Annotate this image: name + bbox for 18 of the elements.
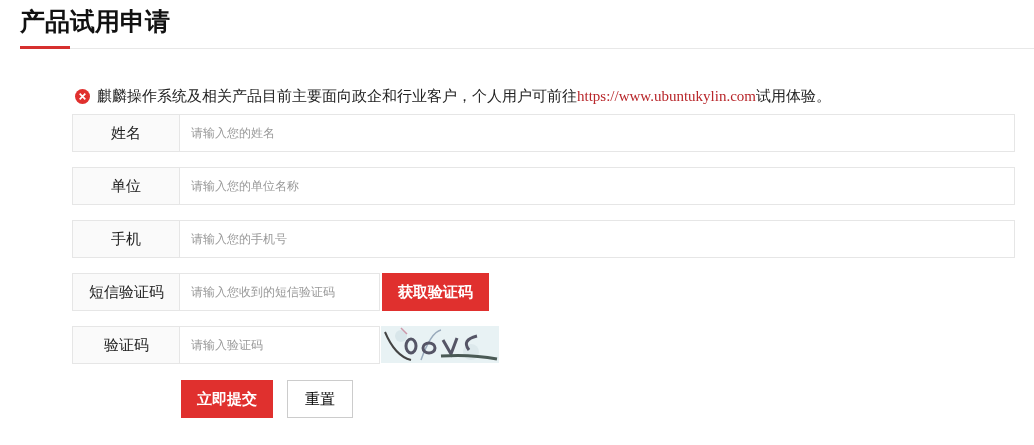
website-link[interactable]: https://www.ubuntukylin.com [577,87,757,104]
input-field[interactable]: 请输入您收到的短信验证码 [180,273,380,311]
input-field[interactable]: 请输入您的手机号 [180,220,1015,258]
field-label: 验证码 [72,326,180,364]
reset-button[interactable]: 重置 [287,380,353,418]
input-field[interactable]: 请输入您的姓名 [180,114,1015,152]
input-field[interactable]: 请输入验证码 [180,326,380,364]
submit-button[interactable]: 立即提交 [181,380,273,418]
field-label: 姓名 [72,114,180,152]
field-label: 手机 [72,220,180,258]
get-code-button[interactable]: 获取验证码 [382,273,489,311]
error-icon [75,88,90,104]
page-title: 产品试用申请 [20,7,170,37]
input-field[interactable]: 请输入您的单位名称 [180,167,1015,205]
notice-text: 麒麟操作系统及相关产品目前主要面向政企和行业客户，个人用户可前往https://www.ubuntukylin.com试用体验。 [97,86,832,106]
title-underline [20,46,70,49]
field-label: 单位 [72,167,180,205]
field-label: 短信验证码 [72,273,180,311]
